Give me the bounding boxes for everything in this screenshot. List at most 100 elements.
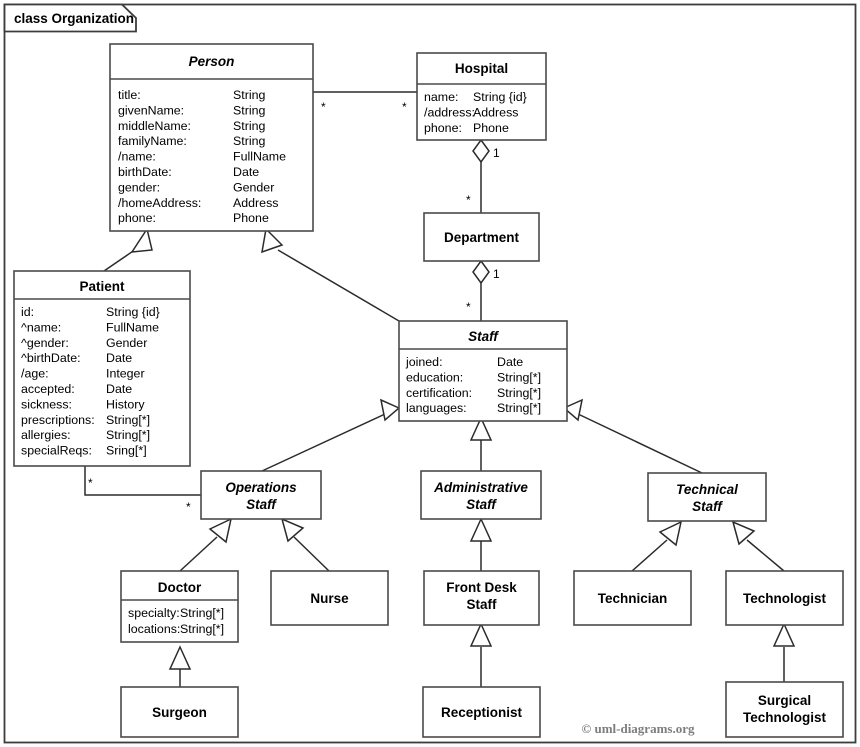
attr-name: id: xyxy=(21,305,34,319)
class-hospital-name: Hospital xyxy=(455,61,508,76)
attr-name: certification: xyxy=(406,386,472,400)
generalization-arrowhead-nurse xyxy=(280,517,305,543)
attr-type: Phone xyxy=(473,121,509,135)
attr-name: ^gender: xyxy=(21,336,69,350)
class-technical-staff-name-line1: Technical xyxy=(676,482,738,497)
class-nurse[interactable]: Nurse xyxy=(270,570,389,626)
attr-name: title: xyxy=(118,88,141,102)
attr-name: ^birthDate: xyxy=(21,351,81,365)
attr-name: /address: xyxy=(424,105,475,119)
generalization-surgeon-doctor xyxy=(168,645,192,687)
class-receptionist-name: Receptionist xyxy=(441,705,523,720)
attr-name: allergies: xyxy=(21,428,71,442)
attr-name: familyName: xyxy=(118,134,187,148)
generalization-nurse-operations xyxy=(280,517,330,572)
multiplicity-hospital-whole: 1 xyxy=(493,146,500,160)
attr-type: FullName xyxy=(106,320,159,334)
class-administrative-staff-name-line2: Staff xyxy=(466,497,497,512)
class-operations-staff[interactable]: Operations Staff xyxy=(200,470,322,520)
multiplicity-hospital-end: * xyxy=(402,100,407,114)
attr-name: locations: xyxy=(128,622,180,636)
class-technologist[interactable]: Technologist xyxy=(725,570,844,626)
multiplicity-person-end: * xyxy=(321,100,326,114)
generalization-arrowhead-receptionist xyxy=(469,622,493,647)
class-doctor[interactable]: Doctor specialty: String[*] locations: S… xyxy=(120,570,239,643)
generalization-arrowhead-doctor xyxy=(208,517,233,544)
attr-name: phone: xyxy=(118,211,156,225)
attr-type: FullName xyxy=(233,150,286,164)
class-department-name: Department xyxy=(444,230,520,245)
class-technologist-name: Technologist xyxy=(743,591,827,606)
attr-type: String {id} xyxy=(473,90,527,104)
class-technician[interactable]: Technician xyxy=(573,570,692,626)
class-front-desk-staff-name-line2: Staff xyxy=(467,597,498,612)
class-administrative-staff-name-line1: Administrative xyxy=(433,480,528,495)
attr-type: String xyxy=(233,88,265,102)
class-technical-staff[interactable]: Technical Staff xyxy=(647,472,767,522)
generalization-administrativestaff-staff xyxy=(469,416,493,471)
class-patient[interactable]: Patient id: String {id} ^name: FullName … xyxy=(13,270,191,467)
attr-type: Sring[*] xyxy=(106,444,147,458)
multiplicity-department-whole: 1 xyxy=(493,267,500,281)
generalization-technician-technical xyxy=(631,520,683,572)
attr-name: sickness: xyxy=(21,397,72,411)
generalization-patient-person xyxy=(103,227,153,272)
attr-name: specialReqs: xyxy=(21,444,92,458)
class-administrative-staff[interactable]: Administrative Staff xyxy=(420,470,542,520)
generalization-operationsstaff-staff xyxy=(261,398,401,472)
generalization-arrowhead-operations xyxy=(379,398,401,422)
aggregation-diamond-department xyxy=(472,259,490,285)
association-person-hospital: * * xyxy=(313,91,417,114)
class-operations-staff-name-line2: Staff xyxy=(246,497,277,512)
generalization-arrowhead-technologist xyxy=(731,520,756,546)
class-staff[interactable]: Staff joined: Date education: String[*] … xyxy=(398,320,568,422)
attr-type: String[*] xyxy=(106,428,150,442)
class-surgeon[interactable]: Surgeon xyxy=(120,686,239,738)
generalization-arrowhead-technician xyxy=(658,520,683,547)
class-department[interactable]: Department xyxy=(423,212,540,262)
attr-name: birthDate: xyxy=(118,165,172,179)
attr-type: String[*] xyxy=(180,606,224,620)
generalization-surgicaltechnologist-technologist xyxy=(772,622,796,682)
class-surgical-technologist-name-line1: Surgical xyxy=(758,693,811,708)
attr-name: ^name: xyxy=(21,320,61,334)
attr-type: String xyxy=(233,119,265,133)
attr-type: Date xyxy=(106,351,132,365)
generalization-frontdesk-administrative xyxy=(469,517,493,571)
class-patient-name: Patient xyxy=(79,279,125,294)
class-hospital[interactable]: Hospital name: String {id} /address: Add… xyxy=(416,52,547,141)
attr-type: Gender xyxy=(106,336,147,350)
attr-name: givenName: xyxy=(118,103,184,117)
multiplicity-department-part: * xyxy=(466,193,471,207)
attr-name: prescriptions: xyxy=(21,413,95,427)
diagram-frame-label: class Organization xyxy=(14,11,134,26)
class-nurse-name: Nurse xyxy=(310,591,349,606)
attr-type: Date xyxy=(106,382,132,396)
class-staff-name: Staff xyxy=(468,329,499,344)
multiplicity-patient-end: * xyxy=(88,476,93,490)
class-technical-staff-name-line2: Staff xyxy=(692,499,723,514)
class-surgical-technologist[interactable]: Surgical Technologist xyxy=(725,681,844,738)
class-doctor-name: Doctor xyxy=(158,580,202,595)
multiplicity-operations-end: * xyxy=(186,500,191,514)
attr-type: Address xyxy=(233,196,278,210)
generalization-receptionist-frontdesk xyxy=(469,622,493,687)
aggregation-department-staff: 1 * xyxy=(466,259,500,321)
class-front-desk-staff[interactable]: Front Desk Staff xyxy=(423,570,540,626)
generalization-arrowhead-patient xyxy=(130,227,153,253)
class-receptionist[interactable]: Receptionist xyxy=(422,686,541,738)
class-surgeon-name: Surgeon xyxy=(152,705,207,720)
attr-type: Gender xyxy=(233,180,274,194)
attr-name: joined: xyxy=(405,355,443,369)
attr-type: String xyxy=(233,103,265,117)
attr-name: languages: xyxy=(406,401,467,415)
attr-type: String[*] xyxy=(497,370,541,384)
generalization-arrowhead-surgeon xyxy=(168,645,192,670)
class-technician-name: Technician xyxy=(598,591,668,606)
aggregation-hospital-department: 1 * xyxy=(466,138,500,213)
class-operations-staff-name-line1: Operations xyxy=(225,480,297,495)
attr-type: String[*] xyxy=(106,413,150,427)
association-patient-operations-staff: * * xyxy=(84,466,201,514)
class-person[interactable]: Person title: String givenName: String m… xyxy=(109,43,314,232)
class-person-name: Person xyxy=(189,54,235,69)
